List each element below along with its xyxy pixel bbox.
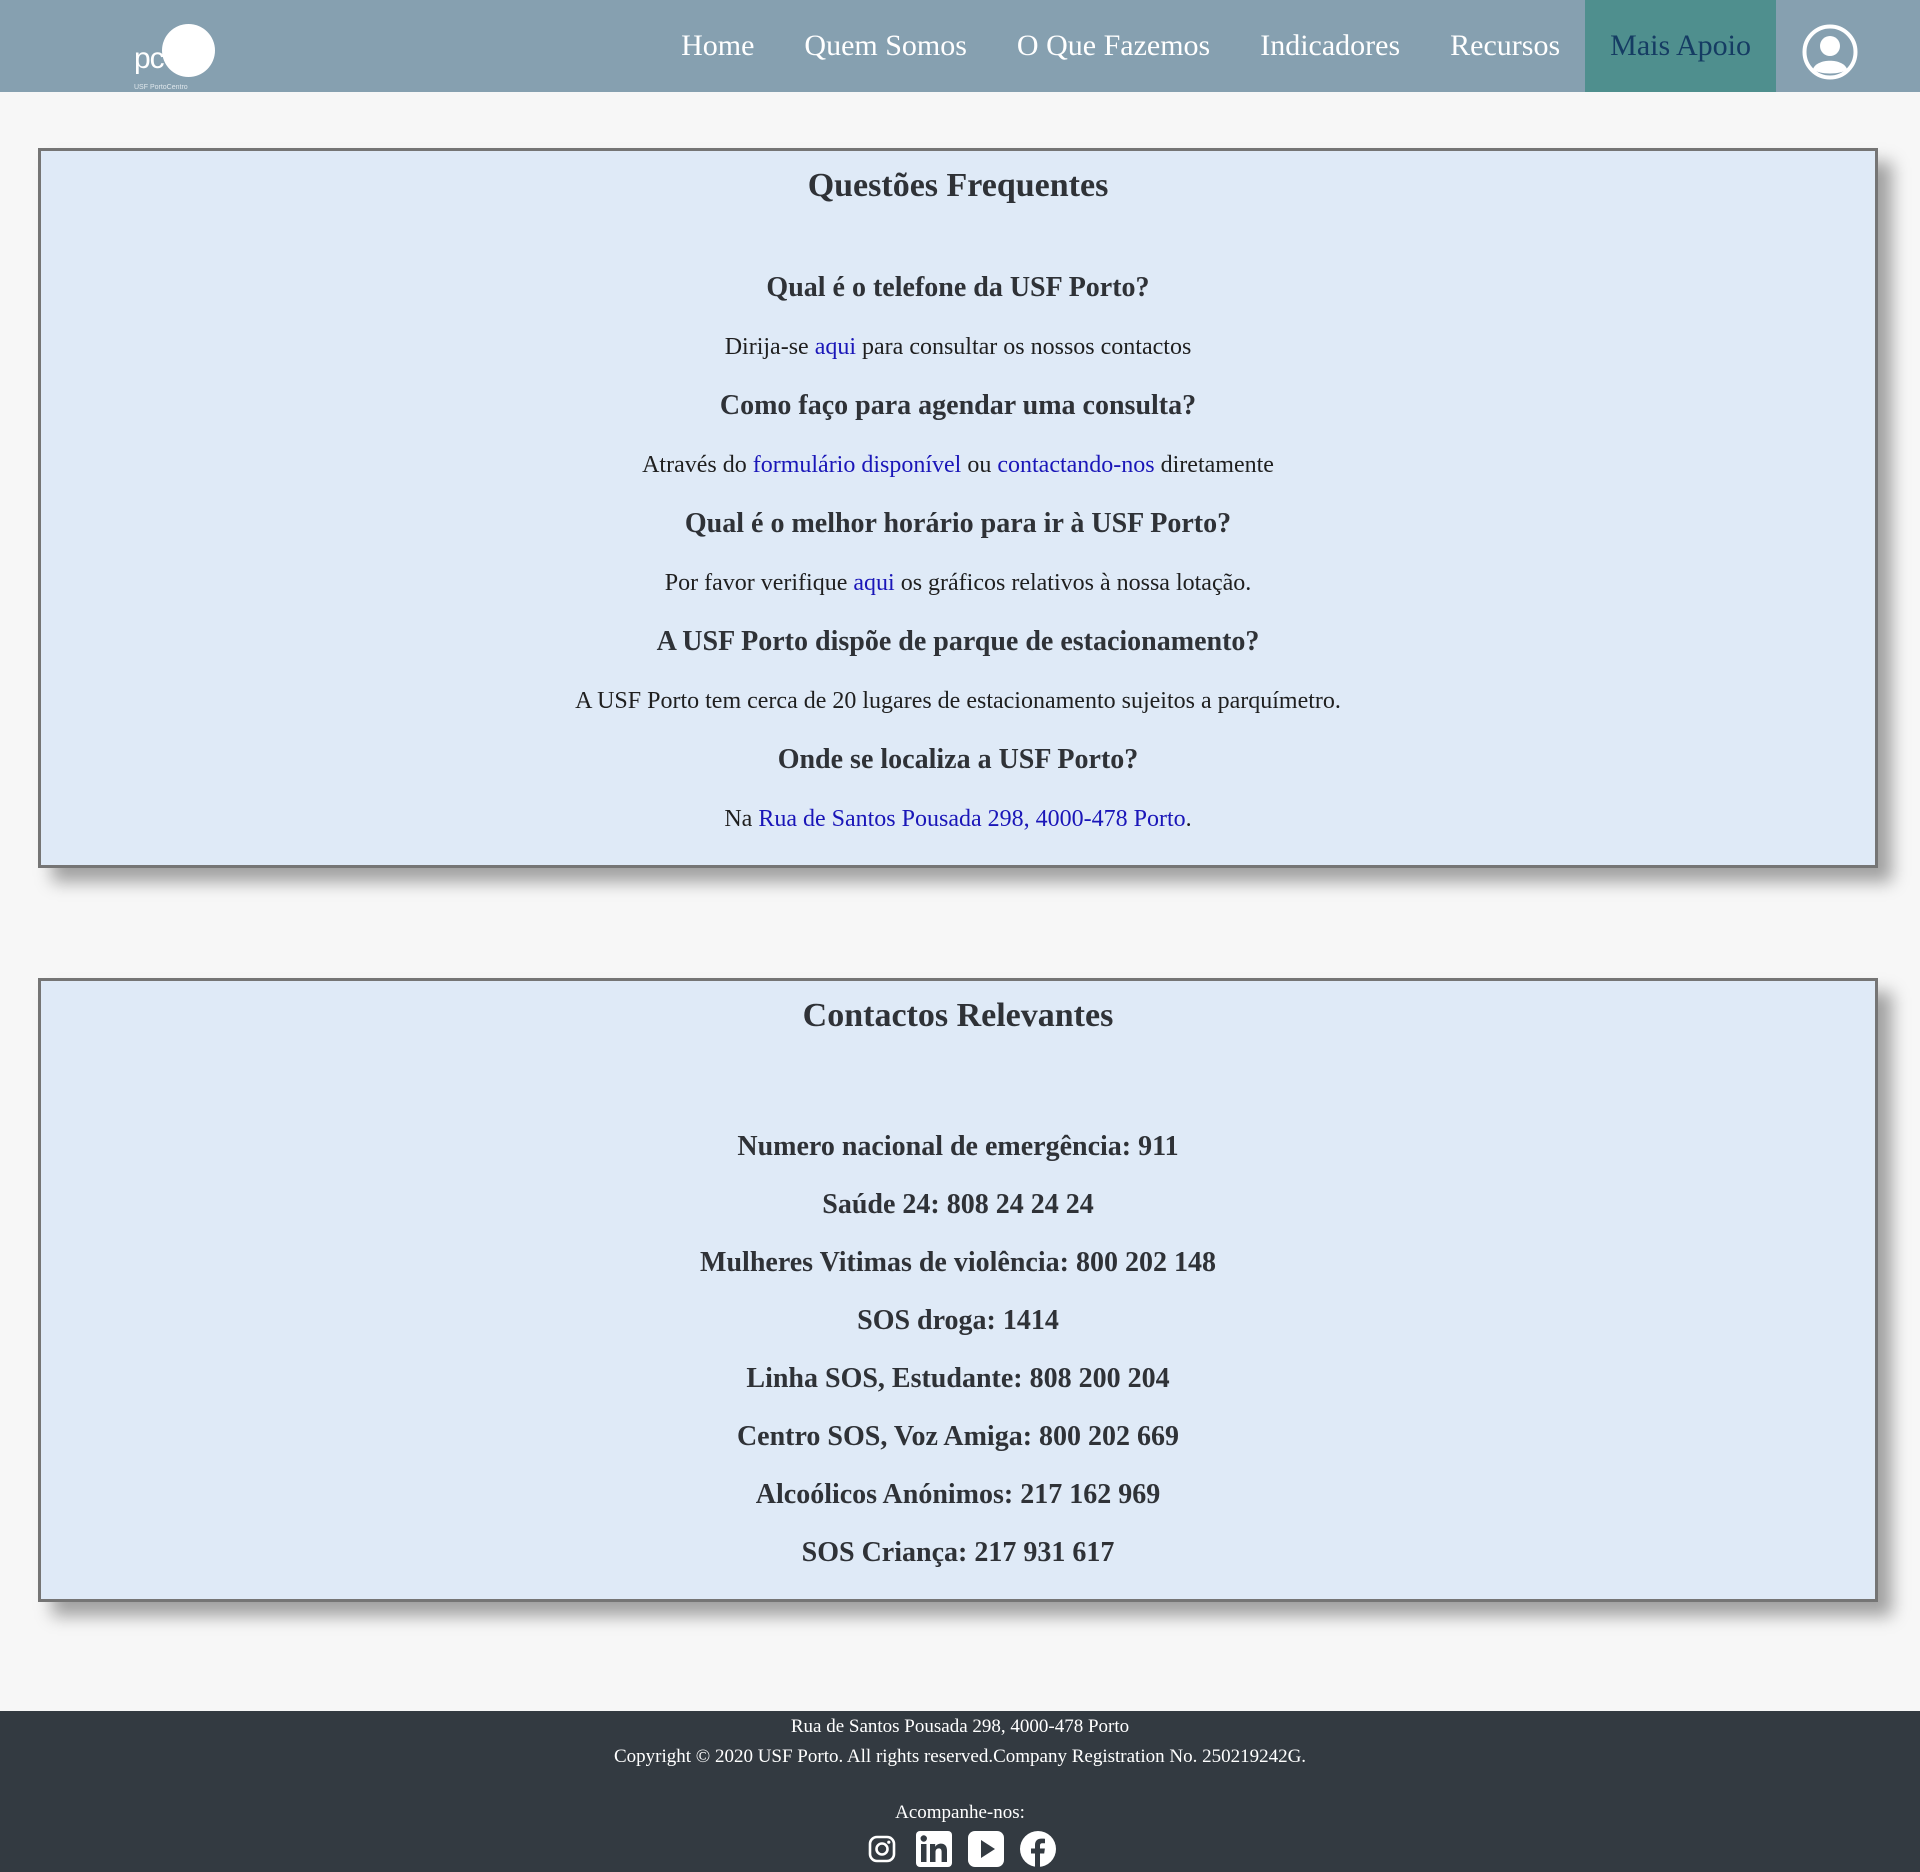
phone-contacts-link[interactable]: aqui [815,334,856,360]
contact-item: Mulheres Vitimas de violência: 800 202 1… [700,1247,1216,1278]
faq-answer-text: . [1185,806,1192,832]
faq-answer: Dirija-se aqui para consultar os nossos … [41,327,1875,367]
contacts-panel: Contactos Relevantes Numero nacional de … [38,978,1878,1602]
contact-item: SOS droga: 1414 [857,1305,1059,1336]
nav-item-o-que-fazemos[interactable]: O Que Fazemos [992,0,1235,92]
site-logo[interactable]: pc USF PortoCentro [134,24,215,94]
footer: Rua de Santos Pousada 298, 4000-478 Port… [0,1711,1920,1872]
address-map-link[interactable]: Rua de Santos Pousada 298, 4000-478 Port… [758,806,1185,832]
faq-item: Como faço para agendar uma consulta? Atr… [41,389,1875,485]
faq-answer-text: ou [961,452,998,478]
contact-item: Linha SOS, Estudante: 808 200 204 [746,1363,1170,1394]
contacts-title: Contactos Relevantes [802,997,1114,1034]
faq-answer-text: diretamente [1154,452,1274,478]
faq-answer-text: os gráficos relativos à nossa lotação. [894,570,1252,596]
appointment-form-link[interactable]: formulário disponível [753,452,962,478]
footer-follow-label: Acompanhe-nos: [895,1802,1025,1823]
faq-item: Qual é o telefone da USF Porto? Dirija-s… [41,271,1875,367]
nav-item-home[interactable]: Home [656,0,779,92]
footer-address: Rua de Santos Pousada 298, 4000-478 Port… [790,1716,1130,1737]
facebook-icon[interactable] [1019,1830,1057,1868]
faq-question: Qual é o telefone da USF Porto? [766,272,1150,303]
contact-list: Numero nacional de emergência: 911 Saúde… [41,1118,1875,1582]
faq-item: Qual é o melhor horário para ir à USF Po… [41,507,1875,603]
faq-answer: Através do formulário disponível ou cont… [41,445,1875,485]
footer-copyright: Copyright © 2020 USF Porto. All rights r… [613,1746,1307,1767]
social-links [0,1830,1920,1868]
nav-item-quem-somos[interactable]: Quem Somos [779,0,992,92]
occupancy-charts-link[interactable]: aqui [853,570,894,596]
logo-letters: pc [134,42,165,75]
youtube-icon[interactable] [967,1830,1005,1868]
contact-item: Alcoólicos Anónimos: 217 162 969 [755,1479,1161,1510]
faq-question: Onde se localiza a USF Porto? [777,744,1139,775]
faq-question: Como faço para agendar uma consulta? [719,390,1197,421]
faq-item: Onde se localiza a USF Porto? Na Rua de … [41,743,1875,839]
faq-answer-text: para consultar os nossos contactos [856,334,1192,360]
instagram-icon[interactable] [863,1830,901,1868]
faq-question: Qual é o melhor horário para ir à USF Po… [684,508,1232,539]
user-circle-icon[interactable] [1802,24,1858,80]
faq-title: Questões Frequentes [807,167,1109,204]
contact-item: Numero nacional de emergência: 911 [737,1131,1179,1162]
faq-answer-text: Dirija-se [724,334,815,360]
faq-question: A USF Porto dispõe de parque de estacion… [656,626,1260,657]
logo-caption: USF PortoCentro [134,84,188,91]
nav-item-indicadores[interactable]: Indicadores [1235,0,1425,92]
top-navbar: pc USF PortoCentro Home Quem Somos O Que… [0,0,1920,92]
faq-panel: Questões Frequentes Qual é o telefone da… [38,148,1878,868]
contact-us-link[interactable]: contactando-nos [997,452,1154,478]
faq-answer: A USF Porto tem cerca de 20 lugares de e… [575,688,1341,714]
faq-answer: Por favor verifique aqui os gráficos rel… [41,563,1875,603]
faq-list: Qual é o telefone da USF Porto? Dirija-s… [41,271,1875,839]
nav-menu: Home Quem Somos O Que Fazemos Indicadore… [656,0,1776,92]
nav-item-recursos[interactable]: Recursos [1425,0,1585,92]
contact-item: SOS Criança: 217 931 617 [801,1537,1115,1568]
faq-answer: Na Rua de Santos Pousada 298, 4000-478 P… [41,799,1875,839]
nav-item-mais-apoio[interactable]: Mais Apoio [1585,0,1776,92]
linkedin-icon[interactable] [915,1830,953,1868]
faq-answer-text: Na [724,806,759,832]
contact-item: Centro SOS, Voz Amiga: 800 202 669 [736,1421,1180,1452]
faq-item: A USF Porto dispõe de parque de estacion… [41,625,1875,721]
contact-item: Saúde 24: 808 24 24 24 [822,1189,1094,1220]
faq-answer-text: Por favor verifique [664,570,854,596]
logo-circle-icon [162,24,215,77]
faq-answer-text: Através do [642,452,753,478]
